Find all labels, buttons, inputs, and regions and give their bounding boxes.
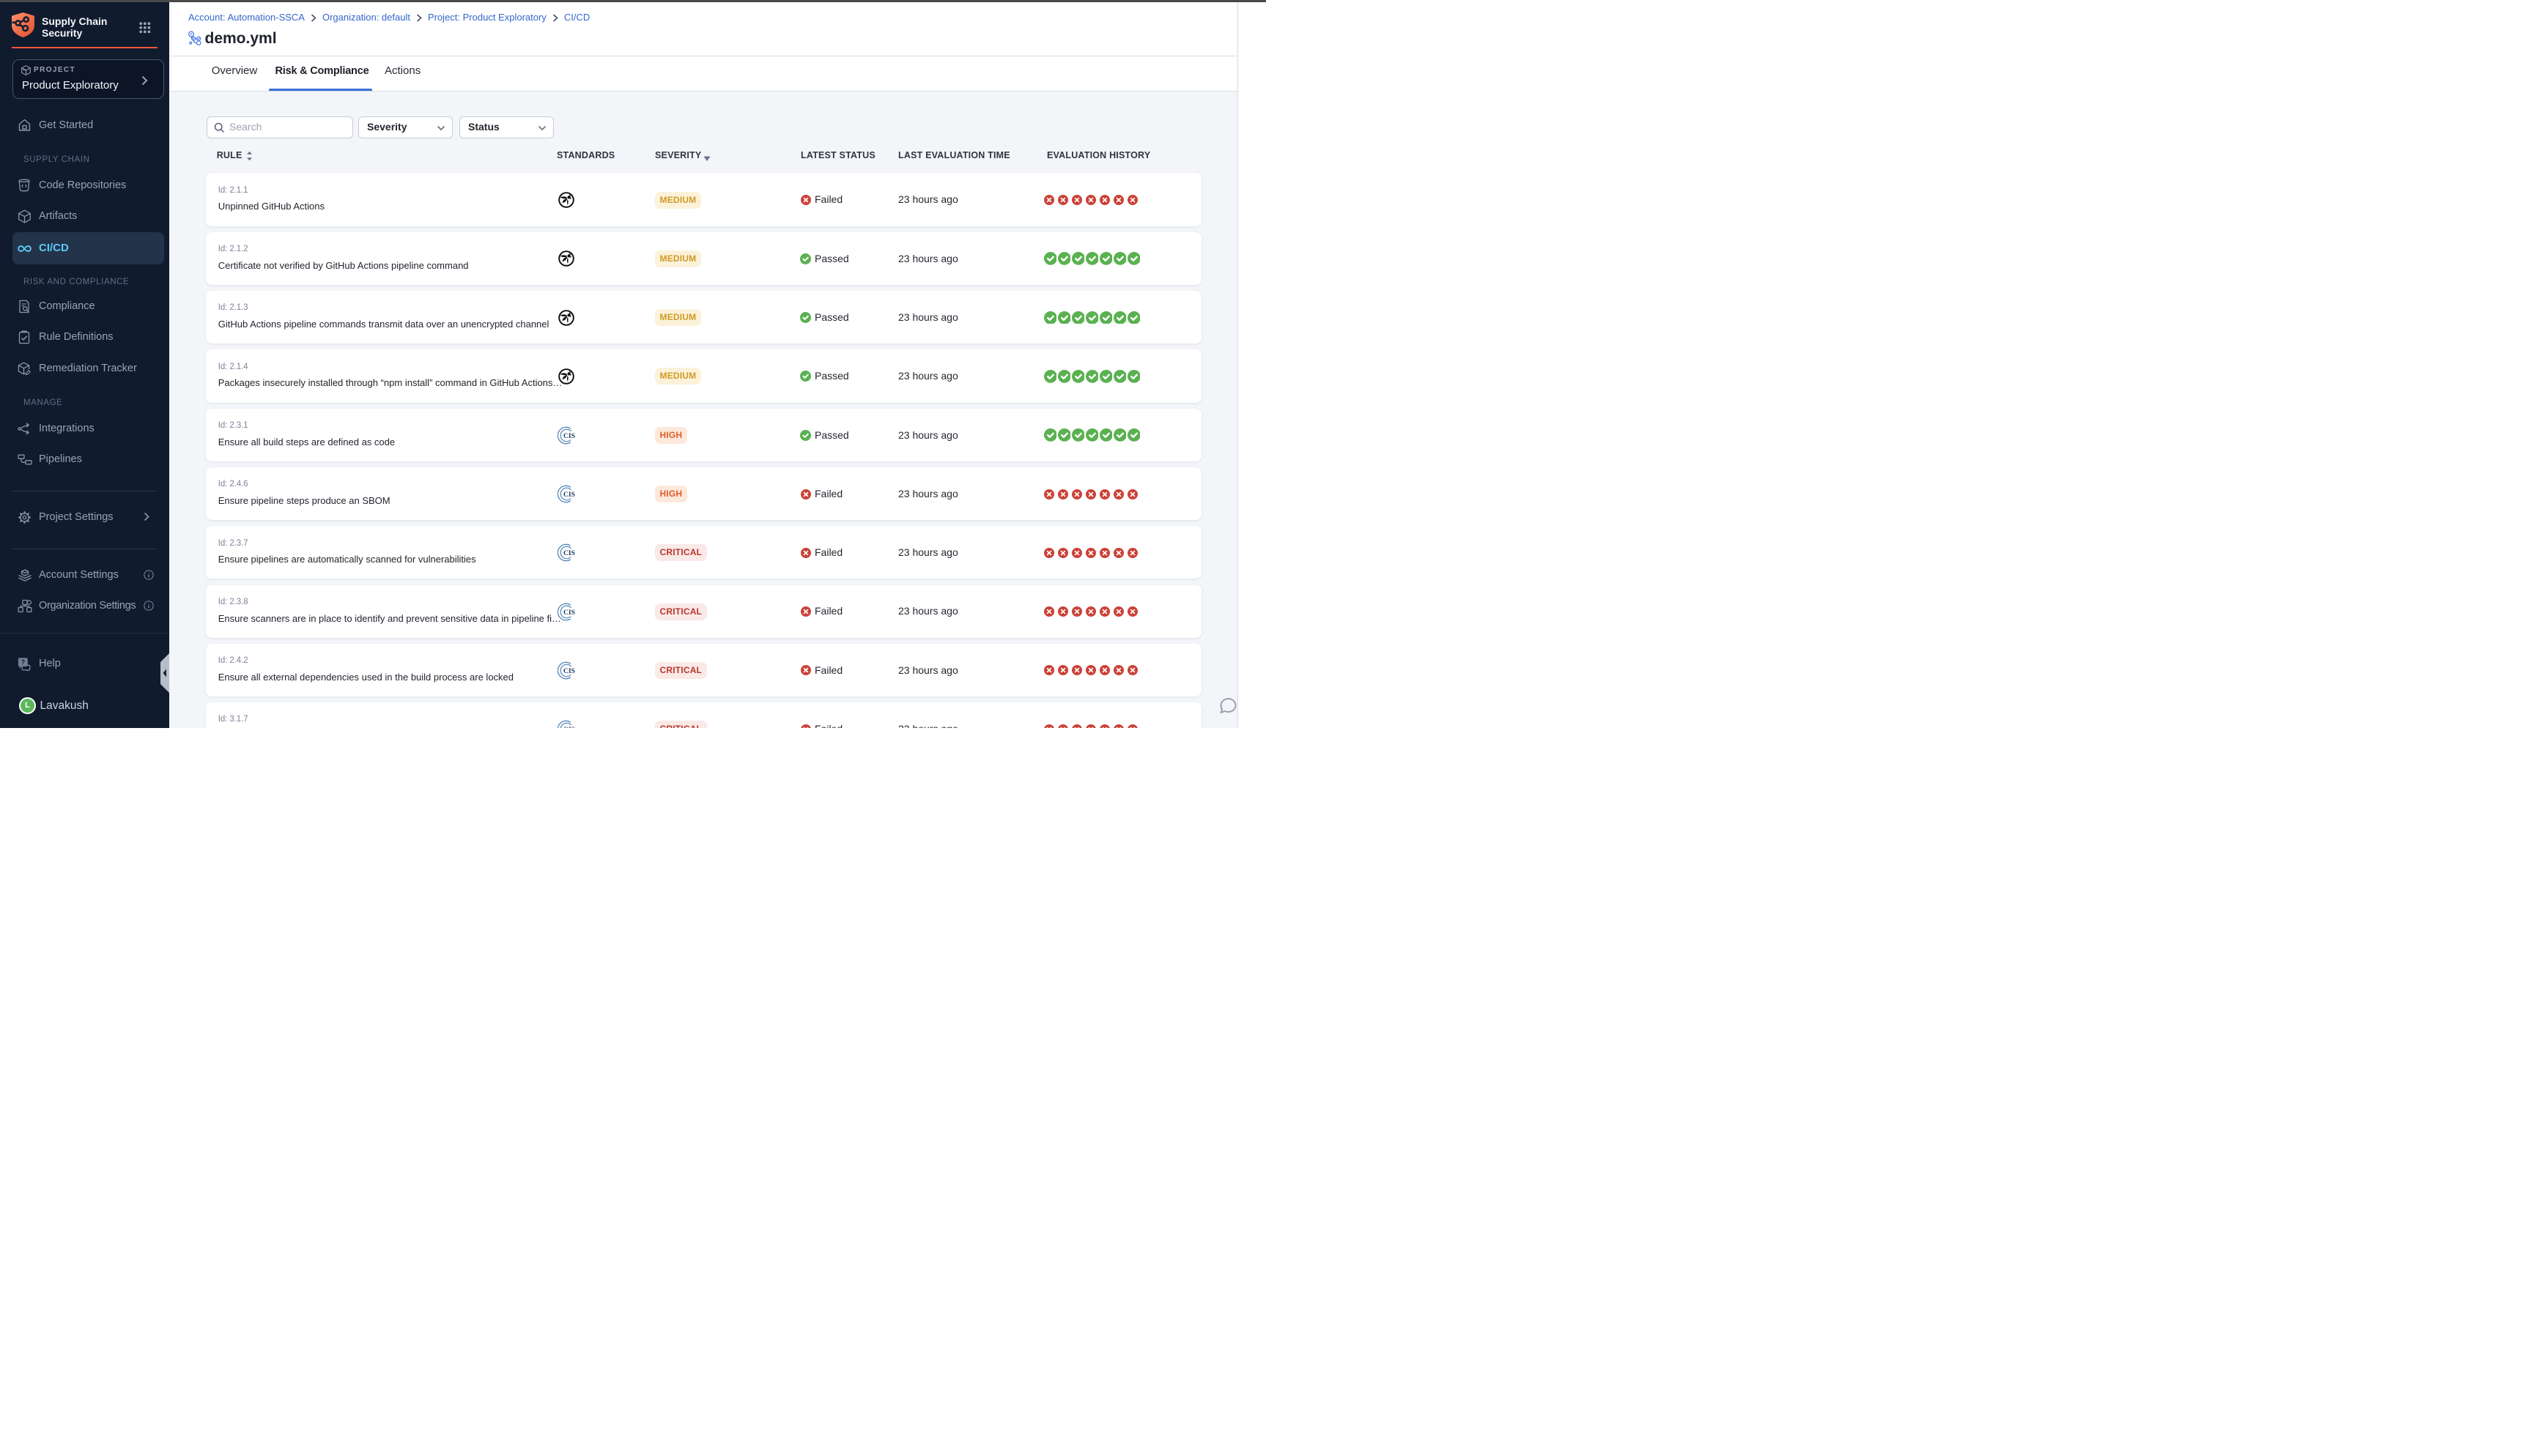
svg-text:CIS: CIS bbox=[563, 491, 575, 499]
svg-text:CIS: CIS bbox=[563, 609, 575, 617]
svg-text:CIS: CIS bbox=[563, 432, 575, 440]
svg-text:?: ? bbox=[21, 658, 25, 666]
svg-text:CIS: CIS bbox=[563, 549, 575, 557]
svg-text:CIS: CIS bbox=[563, 667, 575, 675]
svg-text:CIS: CIS bbox=[563, 726, 575, 728]
